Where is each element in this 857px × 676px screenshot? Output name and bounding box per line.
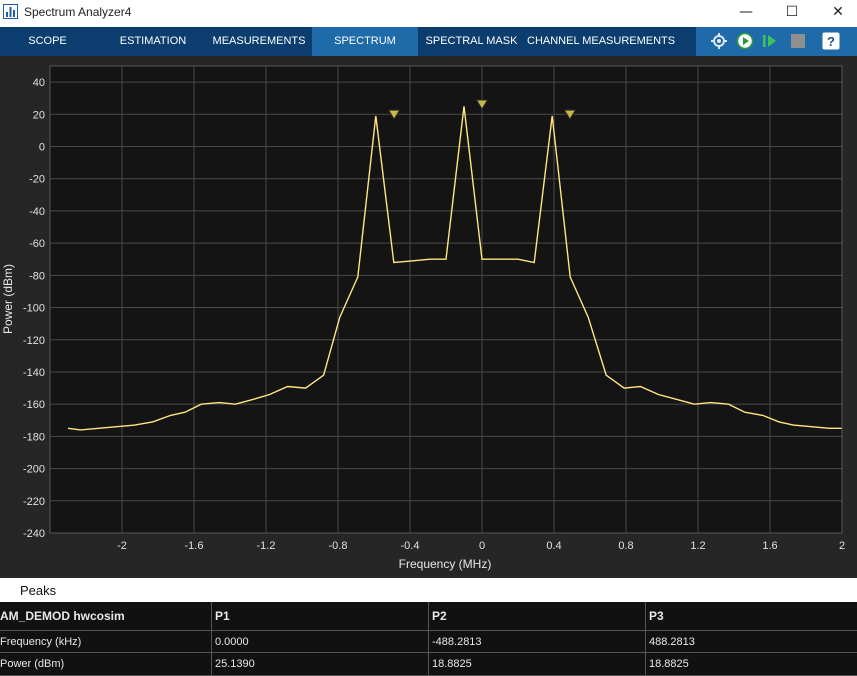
svg-text:?: ?: [827, 34, 835, 49]
table-cell: 25.1390: [215, 658, 255, 670]
table-header-p2: P2: [432, 609, 447, 623]
y-tick-label: -140: [23, 367, 45, 379]
settings-icon[interactable]: [710, 32, 728, 50]
x-tick-label: 1.2: [690, 540, 705, 552]
x-tick-label: 0.8: [618, 540, 633, 552]
y-axis-label: Power (dBm): [1, 264, 15, 334]
tab-measurements[interactable]: MEASUREMENTS: [207, 27, 311, 56]
x-tick-label: 2: [839, 540, 845, 552]
table-header-p3: P3: [649, 609, 664, 623]
x-tick-label: -0.4: [401, 540, 420, 552]
peaks-panel-header: Peaks: [0, 578, 857, 603]
spectrum-plot-area: 40 20 0 -20 -40 -60 -80 -100 -120 -140 -160 -180 -20…: [0, 56, 857, 578]
table-cell: 18.8825: [432, 658, 472, 670]
table-row-label: Power (dBm): [0, 658, 65, 670]
y-tick-label: 0: [39, 142, 45, 154]
table-cell: 0.0000: [215, 636, 249, 648]
y-tick-label: -80: [29, 270, 45, 282]
y-tick-label: -180: [23, 431, 45, 443]
x-tick-label: -1.2: [257, 540, 276, 552]
table-cell: -488.2813: [432, 636, 482, 648]
maximize-button[interactable]: ☐: [769, 0, 815, 24]
plot-background: [50, 66, 842, 533]
table-header-p1: P1: [215, 609, 230, 623]
y-tick-label: -160: [23, 399, 45, 411]
y-tick-label: -120: [23, 335, 45, 347]
peaks-panel-title: Peaks: [20, 583, 57, 598]
x-axis-label: Frequency (MHz): [399, 557, 492, 571]
x-tick-label: -2: [117, 540, 127, 552]
step-forward-icon[interactable]: [761, 32, 779, 50]
stop-icon[interactable]: [789, 32, 807, 50]
y-tick-label: 20: [33, 109, 45, 121]
tab-spectral-mask[interactable]: SPECTRAL MASK: [422, 27, 521, 56]
tab-channel-measurements[interactable]: CHANNEL MEASUREMENTS: [527, 27, 675, 56]
peaks-table: AM_DEMOD hwcosim P1 P2 P3 Frequency (kHz…: [0, 602, 857, 676]
simulation-controls: ?: [696, 27, 857, 56]
table-header-source: AM_DEMOD hwcosim: [0, 609, 125, 623]
x-tick-label: 0.4: [546, 540, 561, 552]
tab-spectrum[interactable]: SPECTRUM: [312, 27, 418, 56]
tab-scope[interactable]: SCOPE: [0, 27, 95, 56]
y-tick-label: -240: [23, 528, 45, 540]
y-tick-label: -40: [29, 206, 45, 218]
y-tick-label: -220: [23, 496, 45, 508]
spectrum-chart: 40200-20-40-60-80-100-120-140-160-180-20…: [1, 65, 845, 571]
minimize-button[interactable]: —: [723, 0, 769, 24]
table-row-label: Frequency (kHz): [0, 636, 82, 648]
x-tick-label: 1.6: [762, 540, 777, 552]
y-tick-label: 40: [33, 77, 45, 89]
y-tick-label: -60: [29, 238, 45, 250]
spectrum-analyzer-icon: [3, 4, 18, 19]
help-icon[interactable]: ?: [822, 32, 840, 50]
table-cell: 18.8825: [649, 658, 689, 670]
x-tick-label: -0.8: [329, 540, 348, 552]
run-icon[interactable]: [736, 32, 754, 50]
y-tick-label: -100: [23, 303, 45, 315]
x-tick-label: 0: [479, 540, 485, 552]
table-cell: 488.2813: [649, 636, 695, 648]
y-tick-label: -200: [23, 464, 45, 476]
title-bar: Spectrum Analyzer4 — ☐ ✕: [0, 0, 857, 27]
tab-estimation[interactable]: ESTIMATION: [105, 27, 201, 56]
window-title: Spectrum Analyzer4: [24, 5, 132, 19]
y-tick-label: -20: [29, 174, 45, 186]
x-tick-label: -1.6: [185, 540, 204, 552]
close-button[interactable]: ✕: [815, 0, 857, 24]
